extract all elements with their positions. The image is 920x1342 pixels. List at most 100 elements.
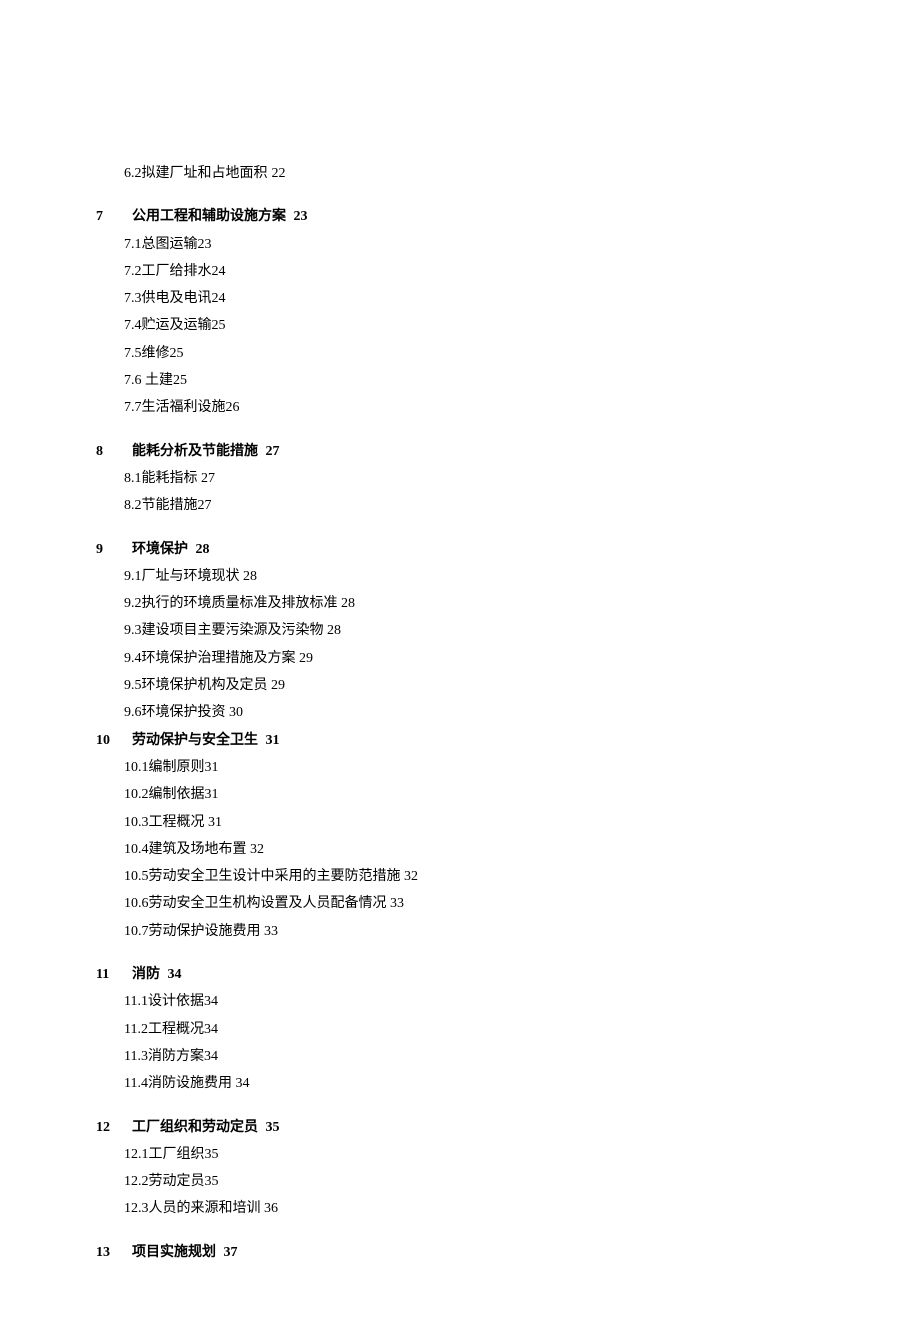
toc-sub-row: 10.1编制原则31 — [124, 754, 824, 781]
toc-sub-row: 7.4贮运及运输25 — [124, 312, 824, 339]
toc-sub-row: 9.5环境保护机构及定员 29 — [124, 672, 824, 699]
toc-sub-row: 11.4消防设施费用 34 — [124, 1070, 824, 1097]
toc-sub-num: 7.6 — [124, 373, 142, 388]
toc-chapter-page: 23 — [290, 209, 308, 224]
toc-sub-page: 34 — [204, 1049, 218, 1064]
toc-sub-title: 人员的来源和培训 — [149, 1201, 261, 1216]
toc-sub-num: 6.2 — [124, 166, 142, 181]
toc-sub-page: 25 — [170, 346, 184, 361]
toc-sub-num: 7.5 — [124, 346, 142, 361]
toc-sub-title: 总图运输 — [142, 237, 198, 252]
toc-sub-row: 7.5维修25 — [124, 340, 824, 367]
toc-sub-title: 编制依据 — [149, 787, 205, 802]
toc-chapter-row: 9 环境保护 28 — [96, 536, 824, 563]
toc-section: 10 劳动保护与安全卫生 3110.1编制原则3110.2编制依据3110.3工… — [96, 727, 824, 945]
toc-chapter-num: 7 — [96, 203, 118, 230]
toc-chapter-num: 10 — [96, 727, 118, 754]
toc-sub-row: 8.1能耗指标 27 — [124, 465, 824, 492]
toc-section: 7 公用工程和辅助设施方案 237.1总图运输237.2工厂给排水247.3供电… — [96, 203, 824, 421]
toc-sub-row: 9.3建设项目主要污染源及污染物 28 — [124, 617, 824, 644]
toc-sub-num: 9.3 — [124, 623, 142, 638]
toc-sub-num: 12.3 — [124, 1201, 149, 1216]
toc-chapter-page: 28 — [192, 542, 210, 557]
toc-sub-page: 29 — [268, 678, 286, 693]
toc-chapter-page: 27 — [262, 444, 280, 459]
toc-sub-num: 10.4 — [124, 842, 149, 857]
toc-section: 12 工厂组织和劳动定员 3512.1工厂组织3512.2劳动定员3512.3人… — [96, 1114, 824, 1223]
toc-sub-title: 环境保护投资 — [142, 705, 226, 720]
toc-sub-page: 32 — [247, 842, 265, 857]
toc-sub-row: 11.3消防方案34 — [124, 1043, 824, 1070]
toc-sub-row: 9.6环境保护投资 30 — [124, 699, 824, 726]
toc-sub-page: 31 — [205, 787, 219, 802]
toc-sub-num: 12.2 — [124, 1174, 149, 1189]
toc-chapter-title: 项目实施规划 — [118, 1245, 216, 1260]
toc-sub-title: 劳动定员 — [149, 1174, 205, 1189]
toc-sub-title: 工程概况 — [149, 815, 205, 830]
toc-sub-row: 10.5劳动安全卫生设计中采用的主要防范措施 32 — [124, 863, 824, 890]
toc-sub-num: 11.4 — [124, 1076, 148, 1091]
toc-chapter-row: 11 消防 34 — [96, 961, 824, 988]
toc-chapter-title: 环境保护 — [118, 542, 188, 557]
toc-sub-page: 25 — [173, 373, 187, 388]
toc-sub-row: 11.1设计依据34 — [124, 988, 824, 1015]
toc-sub-num: 7.7 — [124, 400, 142, 415]
toc-sub-title: 劳动安全卫生设计中采用的主要防范措施 — [149, 869, 401, 884]
toc-sub-row: 7.3供电及电讯24 — [124, 285, 824, 312]
toc-sub-title: 拟建厂址和占地面积 — [142, 166, 268, 181]
toc-sub-row: 9.1厂址与环境现状 28 — [124, 563, 824, 590]
toc-sub-row: 8.2节能措施27 — [124, 492, 824, 519]
toc-sub-num: 11.2 — [124, 1022, 148, 1037]
toc-sub-page: 35 — [205, 1174, 219, 1189]
toc-sub-row: 10.6劳动安全卫生机构设置及人员配备情况 33 — [124, 890, 824, 917]
toc-sub-row: 12.2劳动定员35 — [124, 1168, 824, 1195]
toc-sub-title: 工程概况 — [148, 1022, 204, 1037]
toc-sub-title: 设计依据 — [148, 994, 204, 1009]
toc-sub-num: 7.3 — [124, 291, 142, 306]
toc-section: 8 能耗分析及节能措施 27 8.1能耗指标 278.2节能措施27 — [96, 438, 824, 520]
toc-chapter-row: 12 工厂组织和劳动定员 35 — [96, 1114, 824, 1141]
toc-sub-num: 10.2 — [124, 787, 149, 802]
toc-sub-page: 27 — [198, 498, 212, 513]
toc-orphan-entry: 6.2拟建厂址和占地面积22 — [124, 160, 824, 187]
toc-chapter-page: 35 — [262, 1120, 280, 1135]
toc-sub-page: 33 — [387, 896, 405, 911]
toc-chapter-num: 12 — [96, 1114, 118, 1141]
toc-chapter-title: 消防 — [118, 967, 160, 982]
toc-sub-page: 25 — [212, 318, 226, 333]
toc-sub-num: 9.1 — [124, 569, 142, 584]
toc-chapter-num: 8 — [96, 438, 118, 465]
toc-sub-page: 33 — [261, 924, 279, 939]
toc-sub-title: 劳动保护设施费用 — [149, 924, 261, 939]
toc-sub-page: 28 — [324, 623, 342, 638]
toc-sub-title: 厂址与环境现状 — [142, 569, 240, 584]
toc-sub-num: 9.4 — [124, 651, 142, 666]
toc-sub-num: 7.4 — [124, 318, 142, 333]
toc-sub-row: 12.3人员的来源和培训 36 — [124, 1195, 824, 1222]
toc-sub-title: 供电及电讯 — [142, 291, 212, 306]
toc-sub-num: 10.3 — [124, 815, 149, 830]
toc-sub-num: 7.2 — [124, 264, 142, 279]
toc-sub-page: 29 — [296, 651, 314, 666]
toc-sub-title: 生活福利设施 — [142, 400, 226, 415]
toc-sub-num: 10.1 — [124, 760, 149, 775]
toc-sub-page: 31 — [205, 760, 219, 775]
toc-sub-title: 执行的环境质量标准及排放标准 — [142, 596, 338, 611]
toc-chapter-title: 公用工程和辅助设施方案 — [118, 209, 286, 224]
toc-sub-title: 贮运及运输 — [142, 318, 212, 333]
toc-chapter-title: 能耗分析及节能措施 — [118, 444, 258, 459]
toc-sub-title: 消防方案 — [148, 1049, 204, 1064]
toc-sub-title: 维修 — [142, 346, 170, 361]
toc-chapter-row: 13 项目实施规划 37 — [96, 1239, 824, 1266]
toc-sub-page: 23 — [198, 237, 212, 252]
toc-sub-title: 工厂组织 — [149, 1147, 205, 1162]
toc-sub-title: 建设项目主要污染源及污染物 — [142, 623, 324, 638]
toc-sub-page: 34 — [204, 994, 218, 1009]
toc-sub-page: 34 — [232, 1076, 250, 1091]
toc-sub-row: 9.4环境保护治理措施及方案 29 — [124, 645, 824, 672]
toc-sub-row: 12.1工厂组织35 — [124, 1141, 824, 1168]
toc-sub-row: 7.1总图运输23 — [124, 231, 824, 258]
toc-sub-row: 7.2工厂给排水24 — [124, 258, 824, 285]
toc-section: 13 项目实施规划 37 — [96, 1239, 824, 1266]
toc-chapter-row: 7 公用工程和辅助设施方案 23 — [96, 203, 824, 230]
